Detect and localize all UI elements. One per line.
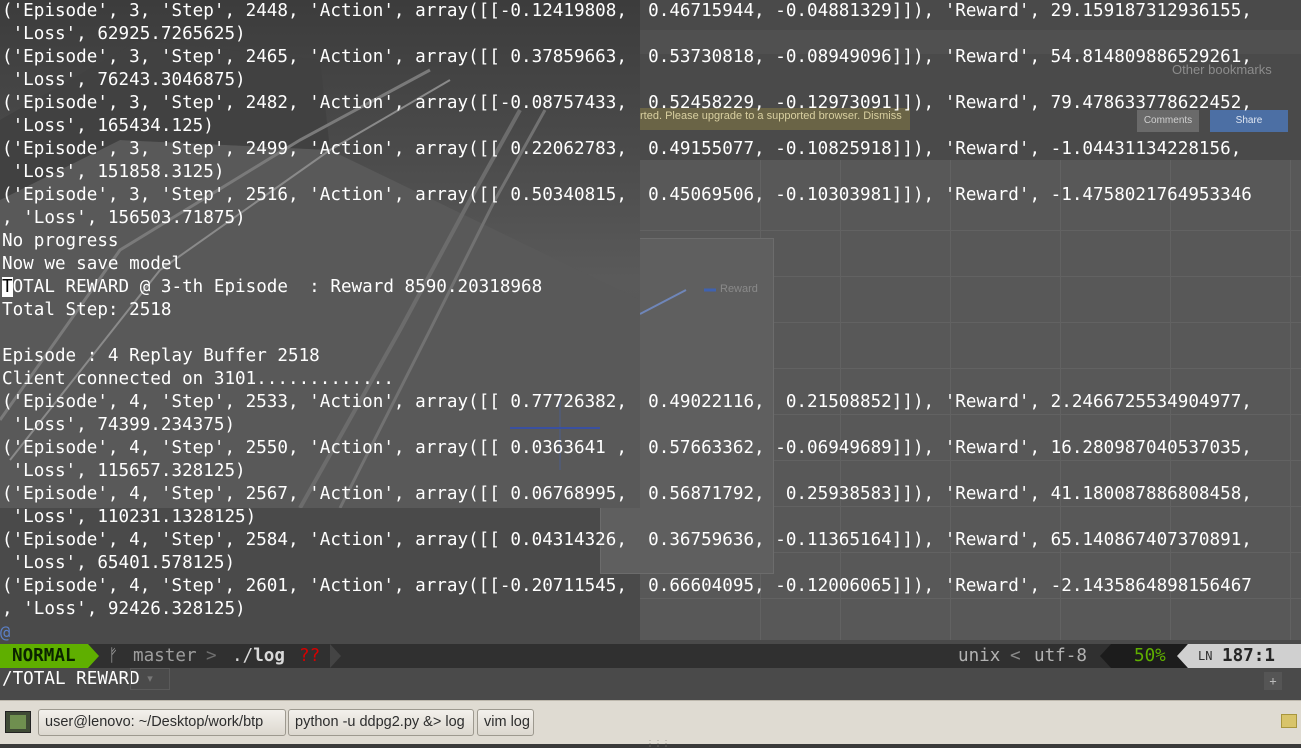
- background-dropdown-ghost: ▾: [130, 668, 170, 690]
- file-name: log: [253, 646, 285, 666]
- modified-flag: ??: [299, 646, 321, 666]
- log-line: Now we save model: [2, 254, 183, 274]
- log-line: Episode : 4 Replay Buffer 2518: [2, 346, 320, 366]
- show-desktop-icon[interactable]: [5, 711, 31, 733]
- log-line: , 'Loss', 92426.328125): [2, 599, 246, 619]
- log-line: Client connected on 3101.............: [2, 369, 394, 389]
- log-line: Total Step: 2518: [2, 300, 172, 320]
- line-number-icon: LN: [1198, 649, 1213, 663]
- log-line: 'Loss', 62925.7265625): [2, 24, 246, 44]
- cursor-position: 187:1: [1222, 644, 1275, 668]
- section-separator-arrow: [1177, 644, 1188, 668]
- text-cursor: T: [2, 277, 13, 297]
- log-line: No progress: [2, 231, 119, 251]
- log-line: 'Loss', 65401.578125): [2, 553, 236, 573]
- log-line: 'Loss', 115657.328125): [2, 461, 246, 481]
- section-separator: >: [206, 646, 217, 666]
- log-line: ('Episode', 4, 'Step', 2567, 'Action', a…: [2, 484, 1252, 504]
- search-command[interactable]: /TOTAL REWARD: [2, 668, 140, 691]
- background-add-icon: +: [1264, 672, 1282, 690]
- log-line: 'Loss', 110231.1328125): [2, 507, 257, 527]
- log-line: ('Episode', 3, 'Step', 2516, 'Action', a…: [2, 185, 1252, 205]
- log-line: ('Episode', 3, 'Step', 2465, 'Action', a…: [2, 47, 1252, 67]
- log-line-text: OTAL REWARD @ 3-th Episode : Reward 8590…: [12, 277, 543, 297]
- taskbar: user@lenovo: ~/Desktop/work/btp python -…: [0, 700, 1301, 748]
- file-path: ./log: [232, 644, 285, 668]
- taskbar-item-vim[interactable]: vim log: [477, 709, 534, 736]
- mode-indicator: NORMAL: [0, 644, 88, 668]
- log-line: , 'Loss', 156503.71875): [2, 208, 246, 228]
- log-line: 'Loss', 151858.3125): [2, 162, 225, 182]
- file-encoding: utf-8: [1034, 646, 1087, 666]
- show-desktop-icon-inner: [10, 715, 26, 729]
- file-format: unix: [958, 646, 1001, 666]
- vim-statusline: NORMAL ᚠ master > ./log ?? unix < utf-8 …: [0, 644, 1301, 668]
- mode-separator-arrow: [88, 644, 99, 668]
- log-line: ('Episode', 3, 'Step', 2499, 'Action', a…: [2, 139, 1242, 159]
- cursor-column: 1: [1264, 646, 1275, 666]
- log-line: ('Episode', 3, 'Step', 2482, 'Action', a…: [2, 93, 1252, 113]
- section-separator: <: [1010, 646, 1021, 666]
- wrap-continuation-marker: @: [0, 623, 11, 643]
- file-dir: ./: [232, 646, 254, 666]
- log-line: 'Loss', 165434.125): [2, 116, 214, 136]
- search-match-line: TOTAL REWARD @ 3-th Episode : Reward 859…: [2, 276, 542, 299]
- git-branch-icon: ᚠ: [108, 646, 119, 666]
- terminal-buffer[interactable]: ('Episode', 3, 'Step', 2448, 'Action', a…: [0, 0, 1301, 644]
- section-separator-arrow: [330, 644, 341, 668]
- position-separator: :: [1253, 646, 1265, 666]
- vim-command-line[interactable]: /TOTAL REWARD ▾ +: [0, 668, 1301, 700]
- log-line: ('Episode', 4, 'Step', 2584, 'Action', a…: [2, 530, 1252, 550]
- log-line: ('Episode', 4, 'Step', 2533, 'Action', a…: [2, 392, 1252, 412]
- taskbar-item-python[interactable]: python -u ddpg2.py &> log: [288, 709, 474, 736]
- log-line: 'Loss', 76243.3046875): [2, 70, 246, 90]
- section-separator-arrow: [1100, 644, 1111, 668]
- notification-tray-icon[interactable]: [1281, 714, 1297, 728]
- log-line: ('Episode', 4, 'Step', 2550, 'Action', a…: [2, 438, 1252, 458]
- log-line: ('Episode', 4, 'Step', 2601, 'Action', a…: [2, 576, 1252, 596]
- scroll-percent: 50%: [1134, 646, 1166, 666]
- taskbar-item-terminal[interactable]: user@lenovo: ~/Desktop/work/btp: [38, 709, 286, 736]
- git-branch: master: [133, 646, 197, 666]
- log-line: 'Loss', 74399.234375): [2, 415, 236, 435]
- log-line: ('Episode', 3, 'Step', 2448, 'Action', a…: [2, 1, 1252, 21]
- cursor-line: 187: [1222, 646, 1254, 666]
